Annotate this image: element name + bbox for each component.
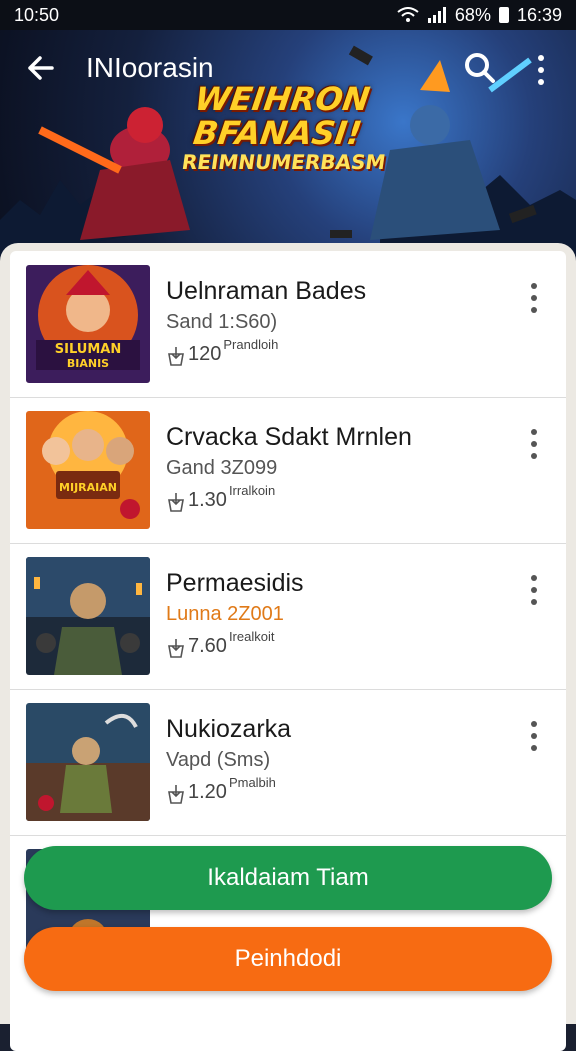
thumbnail — [26, 703, 150, 821]
svg-text:SILUMAN: SILUMAN — [55, 342, 121, 357]
status-bar: 10:50 68% 16:39 — [0, 0, 576, 30]
more-vert-icon[interactable] — [526, 427, 542, 461]
svg-text:MIJRAIAN: MIJRAIAN — [59, 481, 117, 494]
status-clock: 16:39 — [516, 4, 562, 25]
download-note: Pmalbih — [228, 775, 276, 790]
download-count: 1.30 Irralkoin — [166, 483, 275, 512]
item-subtitle: Gand 3Z099 — [166, 457, 278, 479]
item-title: Crvacka Sdakt Mrnlen — [166, 423, 412, 451]
download-count: 1.20 Pmalbih — [166, 775, 276, 804]
back-arrow-icon[interactable] — [22, 50, 58, 86]
download-value: 7.60 — [188, 635, 227, 657]
app-title: INIoorasin — [86, 52, 214, 83]
item-title: Uelnraman Bades — [166, 277, 367, 305]
more-vert-icon[interactable] — [526, 719, 542, 753]
svg-text:BIANIS: BIANIS — [67, 357, 109, 370]
download-icon — [168, 493, 184, 512]
download-value: 1.30 — [188, 489, 227, 511]
signal-icon — [427, 7, 446, 23]
status-time: 10:50 — [14, 4, 60, 25]
thumbnail: MIJRAIAN — [26, 411, 150, 529]
secondary-action-button[interactable]: Peinhdodi — [24, 927, 552, 991]
download-value: 120 — [188, 343, 222, 365]
download-icon — [168, 639, 184, 658]
wifi-icon — [397, 7, 419, 22]
battery-percent: 68% — [454, 4, 491, 25]
download-count: 7.60 Irealkoit — [166, 629, 274, 658]
item-title: Nukiozarka — [166, 715, 292, 743]
list-item[interactable]: SILUMAN BIANIS Uelnraman Bades Sand 1:S6… — [10, 251, 566, 398]
top-app-bar: INIoorasin — [0, 30, 576, 108]
search-icon[interactable] — [462, 50, 498, 86]
item-subtitle: Vapd (Sms) — [166, 749, 271, 771]
more-vert-icon[interactable] — [530, 52, 552, 88]
thumbnail — [26, 557, 150, 675]
more-vert-icon[interactable] — [526, 573, 542, 607]
more-vert-icon[interactable] — [526, 281, 542, 315]
download-icon — [168, 785, 184, 804]
primary-action-button[interactable]: Ikaldaiam Tiam — [24, 846, 552, 910]
download-note: Irealkoit — [228, 629, 275, 644]
download-value: 1.20 — [188, 781, 227, 803]
download-note: Prandloih — [223, 337, 279, 352]
list-item[interactable]: Nukiozarka Vapd (Sms) 1.20 Pmalbih — [10, 689, 566, 836]
download-note: Irralkoin — [228, 483, 276, 498]
item-title: Permaesidis — [166, 569, 304, 597]
thumbnail: SILUMAN BIANIS — [26, 265, 150, 383]
download-icon — [168, 347, 184, 366]
banner-title-line2: BFANASI! — [190, 114, 365, 152]
item-subtitle: Sand 1:S60) — [166, 311, 278, 333]
list-item[interactable]: Permaesidis Lunna 2Z001 7.60 Irealkoit — [10, 543, 566, 690]
item-subtitle: Lunna 2Z001 — [166, 603, 284, 625]
banner-subtitle: REIMNUMERBASM — [180, 150, 388, 174]
list-item[interactable]: MIJRAIAN Crvacka Sdakt Mrnlen Gand 3Z099… — [10, 397, 566, 544]
status-icons: 68% 16:39 — [397, 5, 562, 26]
battery-icon — [498, 7, 509, 23]
download-count: 120 Prandloih — [166, 337, 278, 366]
